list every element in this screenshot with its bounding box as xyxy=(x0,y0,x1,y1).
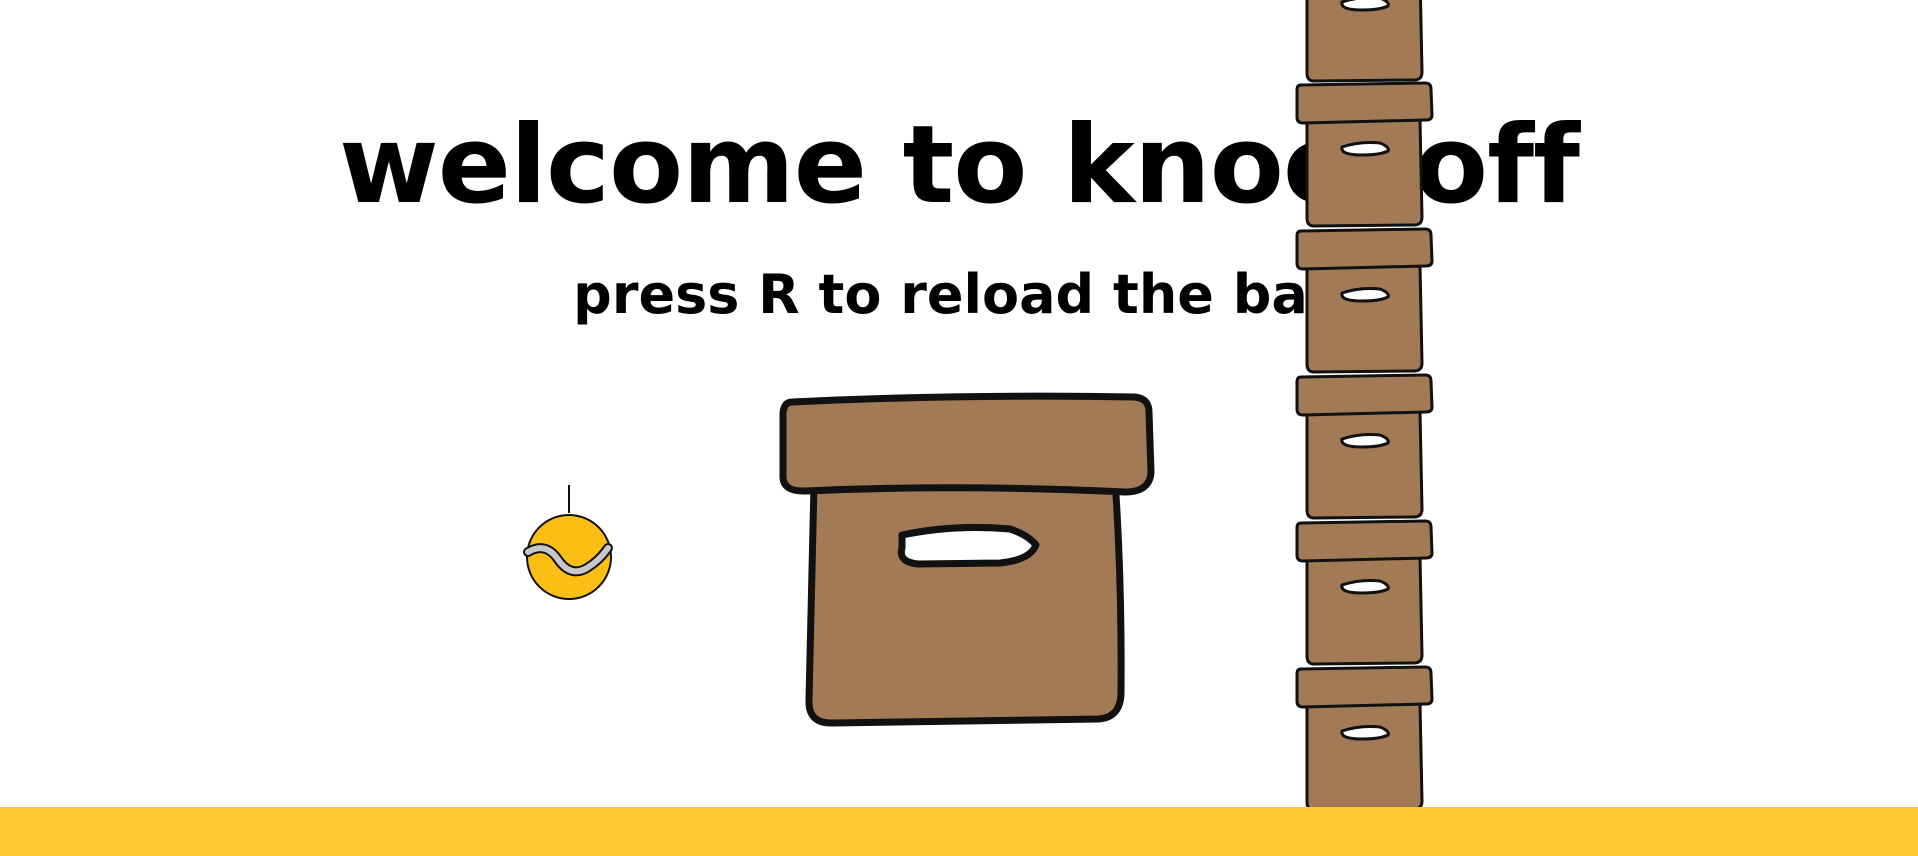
tower-box[interactable] xyxy=(1295,665,1434,812)
tower-box[interactable] xyxy=(1295,227,1434,374)
tower-box[interactable] xyxy=(1295,373,1434,520)
tower-box[interactable] xyxy=(1295,81,1434,228)
box-tower[interactable] xyxy=(0,0,1918,856)
tower-box[interactable] xyxy=(1295,519,1434,666)
ground xyxy=(0,807,1918,856)
game-stage[interactable]: welcome to knockoff press R to reload th… xyxy=(0,0,1918,856)
tower-box[interactable] xyxy=(1305,0,1424,83)
